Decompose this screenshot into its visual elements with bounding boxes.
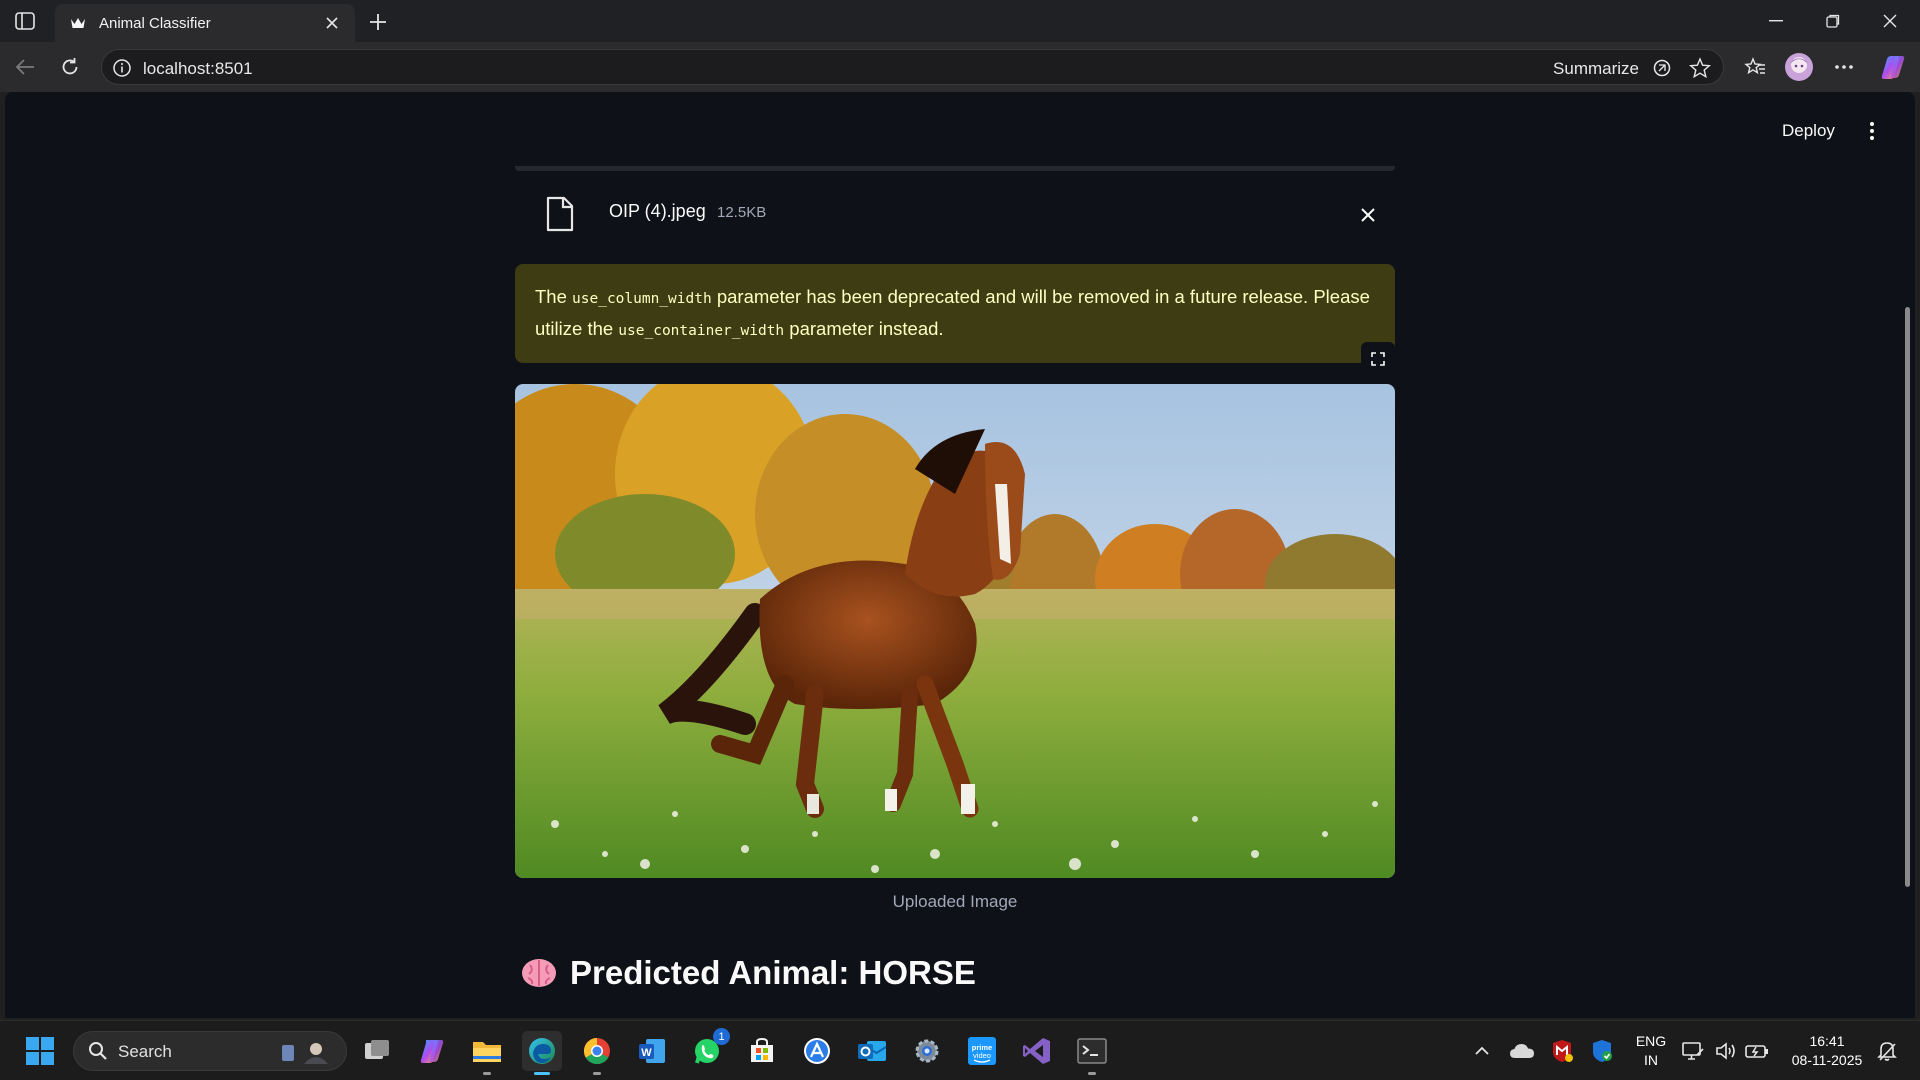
- browser-title-bar: Animal Classifier: [0, 0, 1920, 42]
- running-indicator: [1088, 1072, 1096, 1075]
- scrollbar-thumb[interactable]: [1905, 307, 1910, 887]
- chrome-icon[interactable]: [577, 1031, 617, 1075]
- summarize-button[interactable]: Summarize: [1553, 59, 1639, 79]
- task-view-icon[interactable]: [357, 1031, 397, 1071]
- app-store-a-icon[interactable]: [797, 1031, 837, 1071]
- clock-time: 16:41: [1809, 1033, 1845, 1049]
- back-icon[interactable]: [8, 50, 42, 84]
- search-highlight-icon: [280, 1040, 336, 1069]
- network-icon[interactable]: [1678, 1031, 1708, 1071]
- active-indicator: [534, 1072, 550, 1075]
- deploy-button[interactable]: Deploy: [1782, 121, 1835, 141]
- reload-icon[interactable]: [53, 50, 87, 84]
- minimize-icon[interactable]: [1748, 0, 1804, 42]
- remove-file-icon[interactable]: [1355, 202, 1381, 228]
- window-close-icon[interactable]: [1862, 0, 1918, 42]
- uploaded-file-row: OIP (4).jpeg 12.5KB: [515, 192, 1395, 248]
- file-uploader-dropzone-edge: [515, 166, 1395, 171]
- image-caption: Uploaded Image: [892, 892, 1018, 911]
- uploaded-horse-image: [515, 384, 1395, 878]
- mcafee-shield-icon[interactable]: [1542, 1031, 1582, 1071]
- page-scrollbar[interactable]: [1902, 92, 1914, 1018]
- microsoft-store-icon[interactable]: [742, 1031, 782, 1071]
- file-name: OIP (4).jpeg: [609, 201, 706, 221]
- fullscreen-icon[interactable]: [1361, 342, 1395, 376]
- warning-code: use_container_width: [618, 323, 785, 339]
- show-hidden-icons-chevron[interactable]: [1462, 1031, 1502, 1071]
- file-icon: [545, 196, 575, 232]
- prime-video-icon[interactable]: prime video: [962, 1031, 1002, 1071]
- streamlit-app: Deploy OIP (4).jpeg 12.5KB The use_colum…: [5, 92, 1915, 1018]
- site-info-icon[interactable]: [112, 58, 132, 78]
- terminal-icon[interactable]: [1072, 1031, 1112, 1075]
- taskbar-search[interactable]: Search: [73, 1031, 347, 1071]
- windows-security-icon[interactable]: [1582, 1031, 1622, 1071]
- main-menu-icon[interactable]: [1862, 118, 1882, 144]
- deprecation-warning: The use_column_width parameter has been …: [515, 264, 1395, 363]
- search-label: Search: [118, 1042, 172, 1061]
- word-icon[interactable]: W: [632, 1031, 672, 1071]
- language-indicator[interactable]: ENG IN: [1628, 1032, 1674, 1070]
- clock-date: 08-11-2025: [1791, 1052, 1863, 1068]
- tab-close-icon[interactable]: [321, 12, 343, 34]
- windows-taskbar: Search W 1 prime video ENG IN 16:41 08-1…: [0, 1020, 1920, 1080]
- url-text[interactable]: localhost:8501: [143, 59, 253, 79]
- region-code: IN: [1644, 1052, 1658, 1068]
- brain-icon: [520, 956, 558, 990]
- warning-code: use_column_width: [572, 291, 712, 307]
- search-icon: [88, 1041, 108, 1066]
- running-indicator: [483, 1072, 491, 1075]
- edge-browser-icon[interactable]: [522, 1031, 562, 1075]
- copilot-icon[interactable]: [1876, 50, 1910, 84]
- file-size: 12.5KB: [717, 204, 767, 221]
- more-options-icon[interactable]: [1827, 50, 1861, 84]
- settings-gear-icon[interactable]: [907, 1031, 947, 1071]
- browser-toolbar: localhost:8501 Summarize: [0, 42, 1920, 92]
- copilot-app-icon[interactable]: [412, 1031, 452, 1071]
- notification-badge: 1: [713, 1028, 730, 1045]
- battery-icon[interactable]: [1742, 1031, 1772, 1071]
- favorite-star-icon[interactable]: [1689, 57, 1711, 79]
- restore-icon[interactable]: [1805, 0, 1861, 42]
- outlook-icon[interactable]: [852, 1031, 892, 1071]
- warning-text: The: [535, 286, 573, 307]
- file-explorer-icon[interactable]: [467, 1031, 507, 1075]
- browser-tab-active[interactable]: Animal Classifier: [55, 4, 355, 42]
- running-indicator: [593, 1072, 601, 1075]
- notifications-bell-icon[interactable]: [1872, 1031, 1902, 1071]
- prediction-heading: Predicted Animal: HORSE: [520, 954, 976, 992]
- visual-studio-icon[interactable]: [1017, 1031, 1057, 1071]
- language-code: ENG: [1635, 1033, 1667, 1049]
- whatsapp-icon[interactable]: 1: [687, 1028, 730, 1071]
- profile-avatar[interactable]: [1782, 50, 1816, 84]
- streamlit-crown-icon: [69, 14, 87, 32]
- svg-text:video: video: [973, 1051, 991, 1060]
- svg-text:W: W: [641, 1047, 652, 1059]
- favorites-list-icon[interactable]: [1738, 50, 1772, 84]
- new-tab-icon[interactable]: [363, 7, 393, 37]
- prediction-text: Predicted Animal: HORSE: [570, 954, 976, 991]
- volume-icon[interactable]: [1711, 1031, 1741, 1071]
- copilot-summarize-icon[interactable]: [1651, 57, 1673, 79]
- onedrive-cloud-icon[interactable]: [1502, 1031, 1542, 1071]
- windows-start-icon[interactable]: [20, 1031, 60, 1071]
- address-bar[interactable]: localhost:8501 Summarize: [101, 49, 1724, 85]
- warning-text: parameter instead.: [784, 318, 944, 339]
- tab-title: Animal Classifier: [99, 14, 211, 32]
- clock[interactable]: 16:41 08-11-2025: [1782, 1032, 1872, 1070]
- tab-actions-icon[interactable]: [12, 9, 38, 33]
